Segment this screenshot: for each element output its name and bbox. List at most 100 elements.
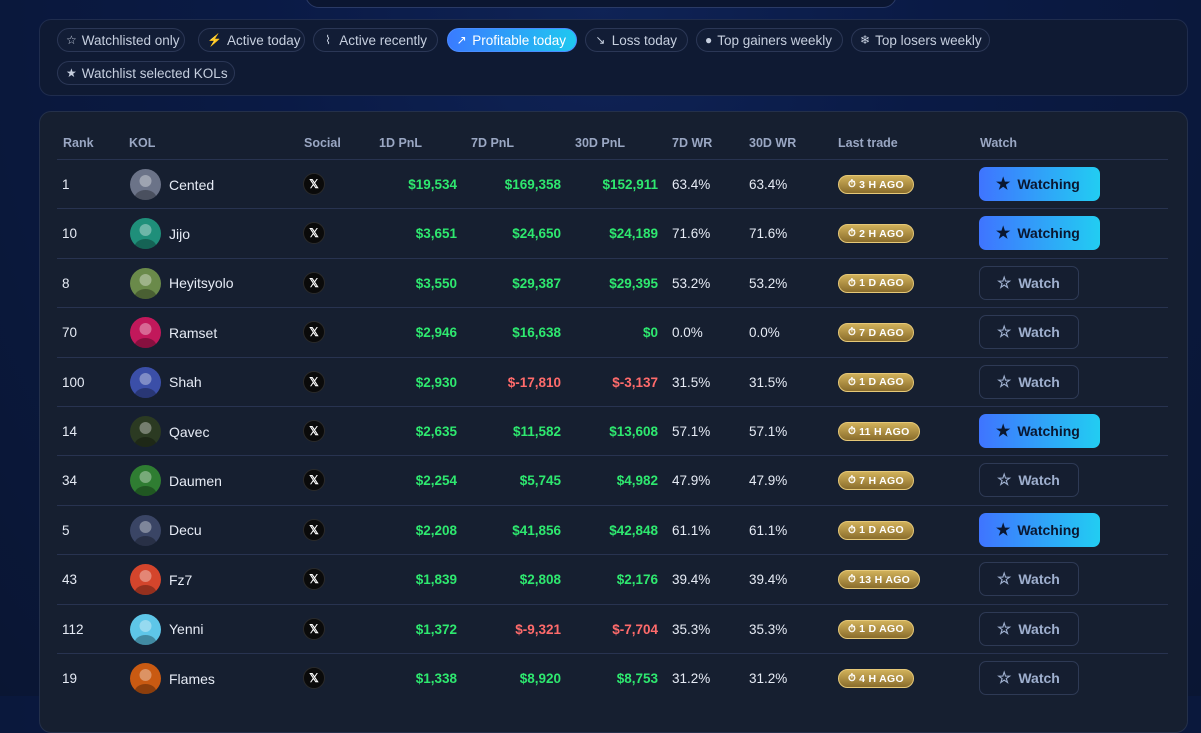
header-1d-pnl[interactable]: 1D PnL	[379, 136, 422, 150]
x-social-icon[interactable]: 𝕏	[303, 321, 325, 344]
filter-chip-active-today[interactable]: ⚡ Active today	[198, 28, 305, 52]
watching-button[interactable]: ★ Watching	[979, 216, 1100, 251]
star-outline-icon: ☆	[997, 670, 1012, 687]
top-search-bar[interactable]	[305, 0, 897, 8]
x-social-icon[interactable]: 𝕏	[303, 518, 325, 541]
x-social-icon[interactable]: 𝕏	[303, 667, 325, 689]
header-kol[interactable]: KOL	[129, 136, 155, 150]
x-social-icon[interactable]: 𝕏	[303, 469, 325, 492]
winrate-30d-cell: 47.9%	[749, 473, 788, 489]
table-row[interactable]: 70 Ramset 𝕏 $2,946 $16,638 $0 0.0% 0.0% ⏱ 7 D AGO…	[57, 307, 1168, 357]
table-row[interactable]: 14 Qavec 𝕏 $2,635 $11,582 $13,608 57.1% 57.1% ⏱ 1…	[57, 406, 1168, 456]
watch-button-label: Watching	[1017, 176, 1080, 192]
rank-cell: 5	[62, 522, 70, 538]
filter-chip-loss-today[interactable]: ↘ Loss today	[585, 28, 688, 52]
filter-chip-label: Top gainers weekly	[717, 32, 833, 48]
clock-icon: ⏱	[848, 426, 857, 437]
watch-button[interactable]: ☆ Watch	[979, 315, 1079, 350]
watch-button[interactable]: ☆ Watch	[979, 364, 1079, 399]
pnl-1d-cell: $19,534	[408, 177, 457, 192]
kol-name[interactable]: Qavec	[169, 407, 209, 456]
winrate-30d-cell: 71.6%	[749, 226, 788, 242]
pnl-7d-cell: $29,387	[512, 275, 561, 291]
table-row[interactable]: 112 Yenni 𝕏 $1,372 $-9,321 $-7,704 35.3% 35.3% ⏱…	[57, 603, 1168, 654]
watch-button[interactable]: ☆ Watch	[979, 562, 1079, 597]
filter-chip-active-recently[interactable]: ⌇ Active recently	[313, 28, 438, 52]
table-row[interactable]: 1 Cented 𝕏 $19,534 $169,358 $152,911 63.4% 63.4…	[57, 159, 1168, 209]
pnl-30d-cell: $42,848	[609, 522, 658, 538]
watch-button[interactable]: ☆ Watch	[979, 265, 1079, 300]
header-7d-wr[interactable]: 7D WR	[672, 136, 712, 150]
table-row[interactable]: 10 Jijo 𝕏 $3,651 $24,650 $24,189 71.6% 71.6% ⏱ 2 …	[57, 208, 1168, 258]
avatar[interactable]	[130, 663, 161, 694]
clock-icon: ⏱	[848, 376, 857, 388]
clock-icon: ⏱	[848, 524, 857, 536]
table-row[interactable]: 8 Heyitsyolo 𝕏 $3,550 $29,387 $29,395 53.2% 53.…	[57, 257, 1168, 308]
watch-button-label: Watch	[1018, 274, 1060, 291]
kol-name[interactable]: Heyitsyolo	[169, 259, 234, 308]
winrate-7d-cell: 63.4%	[672, 177, 711, 192]
last-trade-badge: ⏱ 1 D AGO	[838, 273, 914, 293]
header-social[interactable]: Social	[304, 136, 341, 150]
kol-name[interactable]: Fz7	[169, 555, 192, 604]
filter-chip-watchlisted-only[interactable]: ☆ Watchlisted only	[57, 28, 185, 52]
avatar[interactable]	[130, 613, 161, 645]
header-last-trade[interactable]: Last trade	[838, 136, 898, 150]
watching-button[interactable]: ★ Watching	[979, 414, 1100, 448]
clock-icon: ⏱	[848, 623, 857, 635]
watching-button[interactable]: ★ Watching	[979, 512, 1100, 547]
x-social-icon[interactable]: 𝕏	[303, 173, 325, 195]
winrate-30d-cell: 53.2%	[749, 275, 788, 291]
x-social-icon[interactable]: 𝕏	[303, 617, 325, 640]
header-30d-pnl[interactable]: 30D PnL	[575, 136, 625, 150]
filter-chip-top-losers-weekly[interactable]: ❄ Top losers weekly	[851, 28, 990, 52]
table-row[interactable]: 100 Shah 𝕏 $2,930 $-17,810 $-3,137 31.5% 31.5% ⏱…	[57, 356, 1168, 407]
kol-name[interactable]: Shah	[169, 358, 202, 407]
kol-name[interactable]: Jijo	[169, 209, 190, 258]
kol-name[interactable]: Yenni	[169, 605, 204, 654]
header-30d-wr[interactable]: 30D WR	[749, 136, 796, 150]
filter-chip-top-gainers-weekly[interactable]: ● Top gainers weekly	[696, 28, 843, 52]
avatar[interactable]	[130, 267, 161, 299]
rank-cell: 10	[62, 226, 78, 242]
avatar[interactable]	[130, 218, 161, 250]
winrate-7d-cell: 61.1%	[672, 522, 711, 538]
last-trade-badge: ⏱ 13 H AGO	[838, 570, 921, 590]
kol-name[interactable]: Decu	[169, 506, 202, 555]
last-trade-badge: ⏱ 1 D AGO	[838, 372, 914, 392]
avatar[interactable]	[130, 564, 161, 596]
last-trade-badge: ⏱ 4 H AGO	[838, 669, 914, 688]
avatar[interactable]	[130, 169, 161, 200]
table-row[interactable]: 5 Decu 𝕏 $2,208 $41,856 $42,848 61.1% 61.1% ⏱ 1 D…	[57, 504, 1168, 555]
x-social-icon[interactable]: 𝕏	[303, 420, 325, 442]
watching-button[interactable]: ★ Watching	[979, 167, 1100, 201]
avatar[interactable]	[130, 366, 161, 398]
filter-chip-profitable-today[interactable]: ↗ Profitable today	[447, 28, 577, 52]
kol-name[interactable]: Daumen	[169, 456, 222, 505]
x-social-icon[interactable]: 𝕏	[303, 222, 325, 245]
header-7d-pnl[interactable]: 7D PnL	[471, 136, 514, 150]
avatar[interactable]	[130, 317, 161, 349]
avatar[interactable]	[130, 514, 161, 546]
watch-button-label: Watch	[1018, 373, 1060, 390]
x-social-icon[interactable]: 𝕏	[303, 568, 325, 591]
avatar[interactable]	[130, 416, 161, 447]
filter-chip-watchlist-selected-kols[interactable]: ★ Watchlist selected KOLs	[57, 61, 235, 85]
watch-button[interactable]: ☆ Watch	[979, 463, 1079, 498]
clock-icon: ⏱	[848, 673, 857, 684]
last-trade-text: 13 H AGO	[859, 573, 911, 586]
kol-name[interactable]: Cented	[169, 160, 214, 209]
header-rank[interactable]: Rank	[63, 136, 94, 150]
kol-name[interactable]: Ramset	[169, 308, 217, 357]
table-row[interactable]: 43 Fz7 𝕏 $1,839 $2,808 $2,176 39.4% 39.4% ⏱ 13 H …	[57, 554, 1168, 604]
table-row[interactable]: 34 Daumen 𝕏 $2,254 $5,745 $4,982 47.9% 47.9% ⏱ 7 …	[57, 455, 1168, 505]
x-social-icon[interactable]: 𝕏	[303, 370, 325, 393]
watch-button-label: Watch	[1018, 620, 1060, 637]
watch-button[interactable]: ☆ Watch	[979, 661, 1079, 695]
winrate-7d-cell: 31.5%	[672, 374, 711, 390]
watch-button[interactable]: ☆ Watch	[979, 611, 1079, 646]
x-social-icon[interactable]: 𝕏	[303, 271, 325, 294]
rank-cell: 34	[62, 473, 78, 489]
winrate-30d-cell: 39.4%	[749, 572, 788, 588]
avatar[interactable]	[130, 465, 161, 497]
